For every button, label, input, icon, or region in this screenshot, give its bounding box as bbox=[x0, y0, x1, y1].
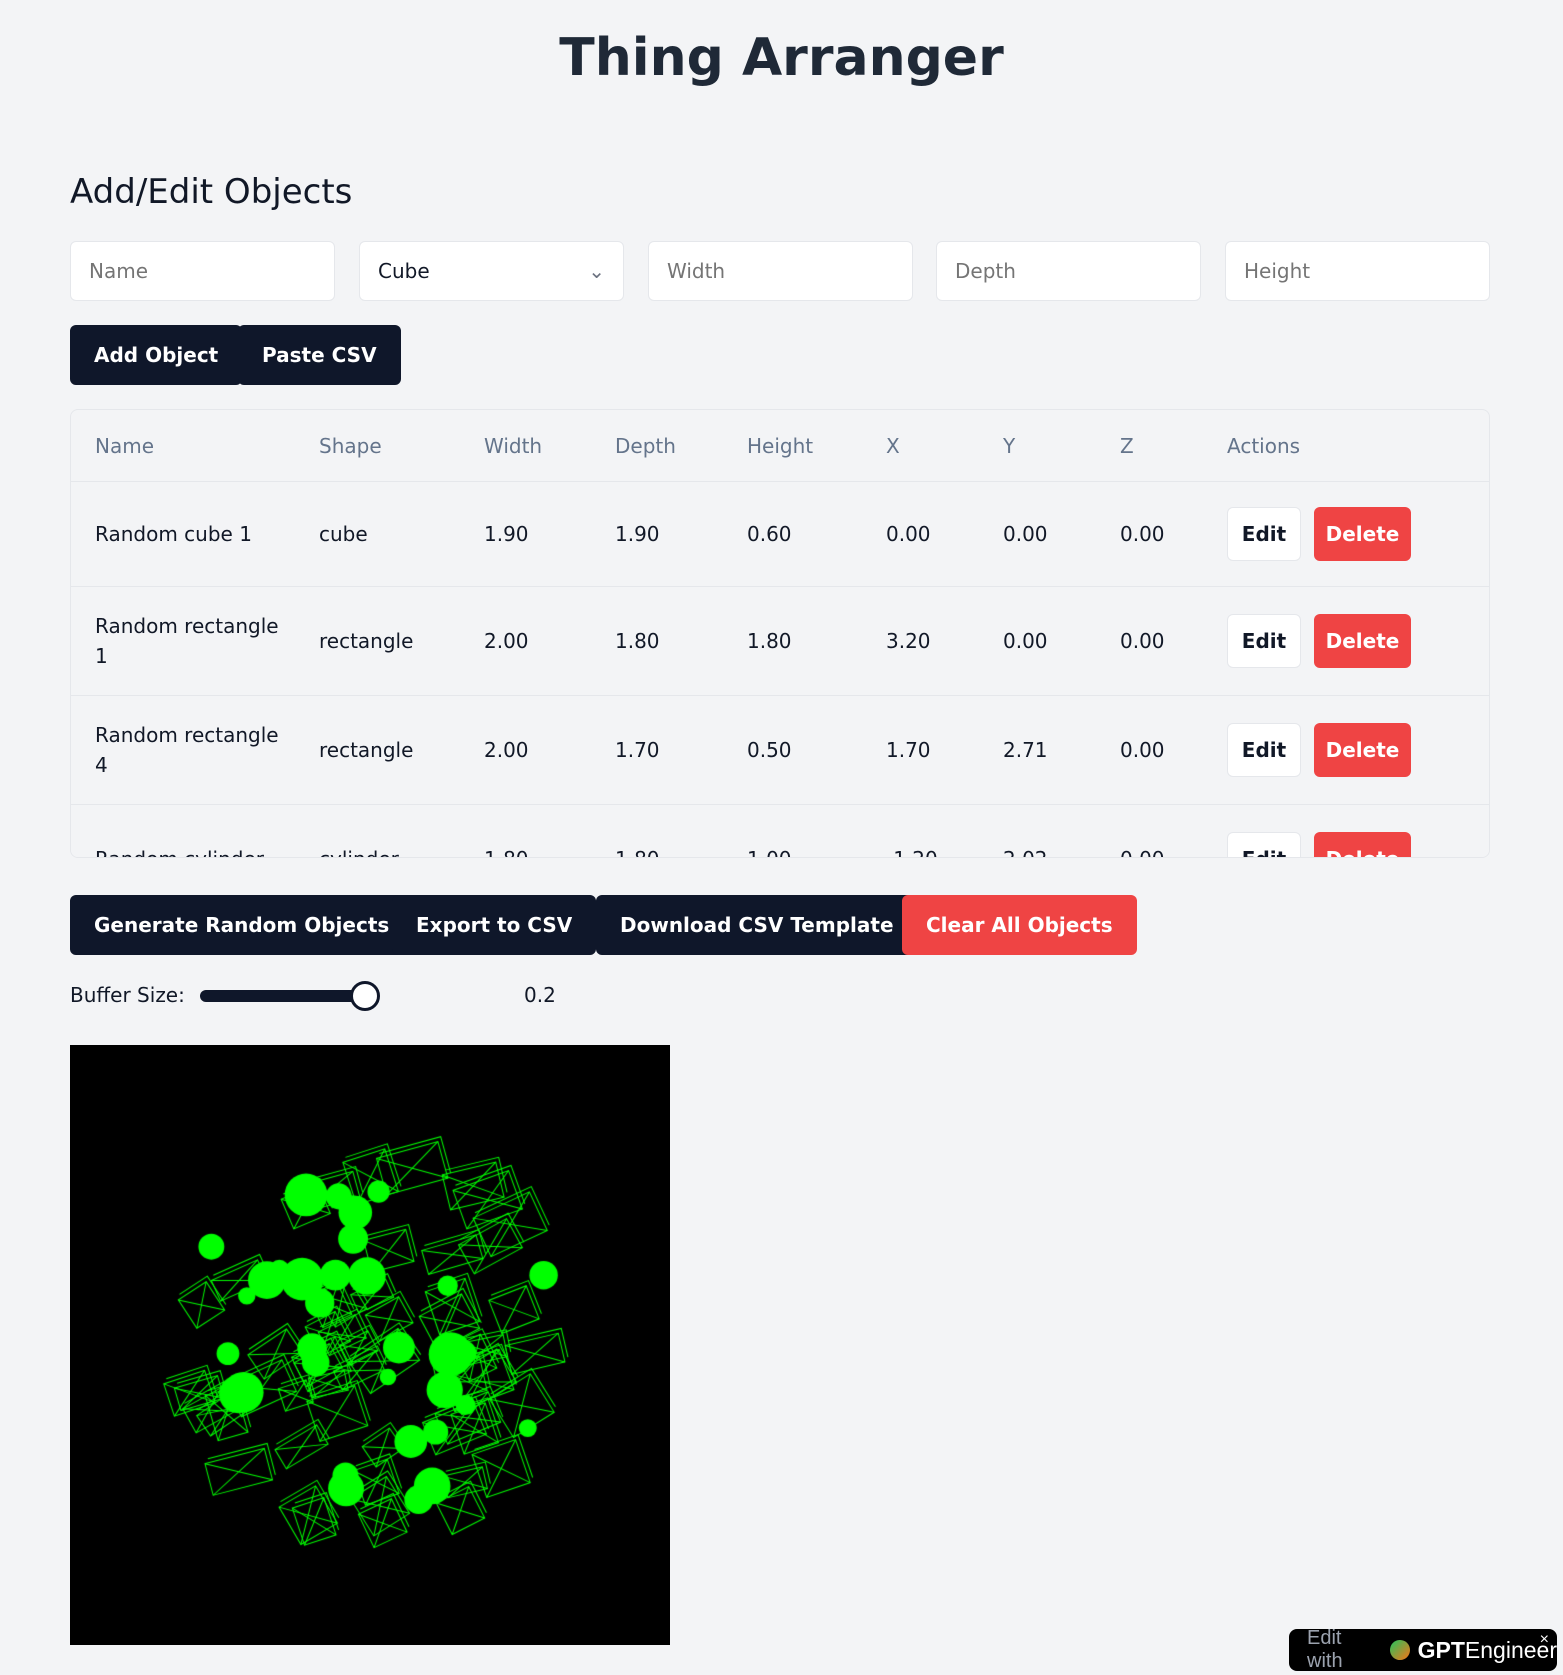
table-cell: Random cylinder bbox=[95, 844, 285, 857]
table-cell: 0.00 bbox=[1120, 522, 1165, 546]
gpt-engineer-logo-icon bbox=[1389, 1640, 1410, 1660]
3d-viewport[interactable] bbox=[70, 1045, 670, 1645]
delete-button[interactable]: Delete bbox=[1314, 507, 1411, 561]
generate-random-button[interactable]: Generate Random Objects bbox=[70, 895, 414, 955]
table-cell: 0.60 bbox=[747, 522, 792, 546]
table-cell: 3.20 bbox=[886, 629, 931, 653]
table-cell: 1.00 bbox=[747, 847, 792, 857]
table-cell: cube bbox=[319, 522, 368, 546]
buffer-value: 0.2 bbox=[524, 983, 556, 1007]
table-cell: 2.71 bbox=[1003, 738, 1048, 762]
table-cell: 1.70 bbox=[615, 738, 660, 762]
paste-csv-button[interactable]: Paste CSV bbox=[238, 325, 401, 385]
table-cell: Random rectangle 1 bbox=[95, 614, 279, 668]
page-title: Thing Arranger bbox=[559, 28, 1004, 88]
edit-button[interactable]: Edit bbox=[1227, 507, 1301, 561]
table-cell: 2.02 bbox=[1003, 847, 1048, 857]
buffer-slider[interactable] bbox=[200, 990, 366, 1002]
table-cell: 2.00 bbox=[484, 629, 529, 653]
column-header: X bbox=[886, 433, 900, 458]
delete-button[interactable]: Delete bbox=[1314, 723, 1411, 777]
objects-table[interactable]: Name Shape Width Depth Height X Y Z Actions Rando… bbox=[70, 409, 1490, 858]
column-header: Actions bbox=[1227, 433, 1301, 458]
table-cell: 0.00 bbox=[1120, 629, 1165, 653]
edit-button[interactable]: Edit bbox=[1227, 614, 1301, 668]
table-row: Random rectangle 4 rectangle 2.00 1.70 0.50 1… bbox=[71, 696, 1489, 805]
table-cell: rectangle bbox=[319, 629, 414, 653]
table-row: Random cube 1 cube 1.90 1.90 0.60 0.00 0.00 0.0… bbox=[71, 482, 1489, 587]
section-title: Add/Edit Objects bbox=[70, 172, 353, 212]
badge-prefix: Edit with bbox=[1307, 1627, 1343, 1672]
buffer-label: Buffer Size: bbox=[70, 983, 185, 1007]
name-input[interactable] bbox=[70, 241, 335, 301]
delete-button[interactable]: Delete bbox=[1314, 832, 1411, 857]
column-header: Z bbox=[1120, 433, 1134, 458]
export-csv-button[interactable]: Export to CSV bbox=[392, 895, 597, 955]
chevron-down-icon: ⌄ bbox=[588, 259, 605, 283]
table-cell: 1.80 bbox=[615, 847, 660, 857]
add-object-button[interactable]: Add Object bbox=[70, 325, 243, 385]
delete-button[interactable]: Delete bbox=[1314, 614, 1411, 668]
table-cell: 0.00 bbox=[886, 522, 931, 546]
download-template-button[interactable]: Download CSV Template bbox=[596, 895, 918, 955]
table-cell: Random rectangle 4 bbox=[95, 723, 279, 777]
table-cell: 0.50 bbox=[747, 738, 792, 762]
table-cell: 1.80 bbox=[615, 629, 660, 653]
height-input[interactable] bbox=[1225, 241, 1490, 301]
shape-select[interactable]: Cube ⌄ bbox=[359, 241, 624, 301]
table-cell: 0.00 bbox=[1003, 522, 1048, 546]
shape-value: Cube bbox=[378, 259, 430, 283]
table-cell: 1.90 bbox=[484, 522, 529, 546]
close-icon[interactable]: × bbox=[1540, 1631, 1549, 1649]
clear-all-button[interactable]: Clear All Objects bbox=[902, 895, 1137, 955]
table-cell: Random cube 1 bbox=[95, 522, 252, 546]
table-cell: 1.80 bbox=[747, 629, 792, 653]
edit-button[interactable]: Edit bbox=[1227, 832, 1301, 857]
column-header: Shape bbox=[319, 433, 382, 458]
column-header: Y bbox=[1003, 433, 1016, 458]
column-header: Name bbox=[95, 433, 155, 458]
table-cell: 0.00 bbox=[1120, 847, 1165, 857]
depth-input[interactable] bbox=[936, 241, 1201, 301]
gpt-engineer-badge[interactable]: Edit with GPT Engineer × bbox=[1289, 1627, 1557, 1672]
table-cell: 0.00 bbox=[1003, 629, 1048, 653]
table-header: Name Shape Width Depth Height X Y Z Actions bbox=[71, 410, 1489, 482]
table-cell: cylinder bbox=[319, 847, 399, 857]
edit-button[interactable]: Edit bbox=[1227, 723, 1301, 777]
badge-brand-bold: GPT bbox=[1417, 1636, 1465, 1663]
table-row: Random cylinder cylinder 1.80 1.80 1.00 -1.20… bbox=[71, 805, 1489, 857]
table-cell: 0.00 bbox=[1120, 738, 1165, 762]
column-header: Width bbox=[484, 433, 543, 458]
width-input[interactable] bbox=[648, 241, 913, 301]
table-cell: 1.80 bbox=[484, 847, 529, 857]
table-cell: rectangle bbox=[319, 738, 414, 762]
column-header: Depth bbox=[615, 433, 676, 458]
table-cell: -1.20 bbox=[886, 847, 938, 857]
table-row: Random rectangle 1 rectangle 2.00 1.80 1.80 3… bbox=[71, 587, 1489, 696]
column-header: Height bbox=[747, 433, 814, 458]
buffer-slider-thumb[interactable] bbox=[350, 981, 380, 1011]
table-cell: 2.00 bbox=[484, 738, 529, 762]
table-cell: 1.90 bbox=[615, 522, 660, 546]
table-cell: 1.70 bbox=[886, 738, 931, 762]
